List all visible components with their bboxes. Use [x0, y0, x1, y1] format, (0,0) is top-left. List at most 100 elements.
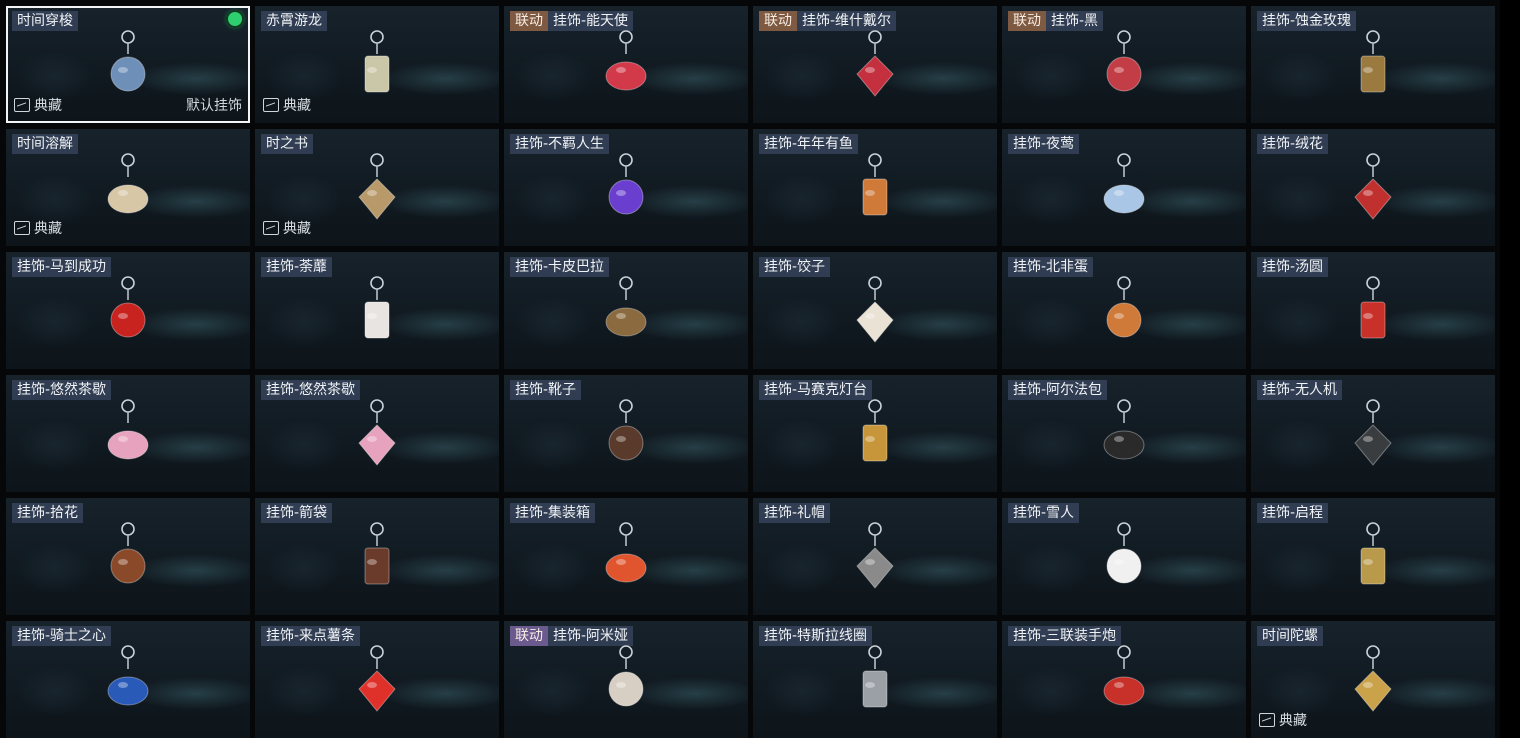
red-horse-charm-icon — [96, 274, 160, 354]
charm-name-tag: 挂饰-礼帽 — [759, 503, 831, 523]
charm-card[interactable]: 挂饰-阿尔法包 — [1002, 375, 1246, 492]
charm-card[interactable]: 挂饰-三联装手炮 — [1002, 621, 1246, 738]
charm-name: 挂饰-汤圆 — [1262, 259, 1324, 275]
charm-card[interactable]: 联动 挂饰-能天使 — [504, 6, 748, 123]
white-flower-charm-icon — [345, 274, 409, 354]
knight-heart-charm-icon — [96, 643, 160, 723]
charm-name: 挂饰-北非蛋 — [1013, 259, 1089, 275]
charm-name: 挂饰-拾花 — [17, 505, 79, 521]
charm-card[interactable]: 联动 挂饰-阿米娅 — [504, 621, 748, 738]
time-shuttle-charm-icon — [96, 28, 160, 108]
charm-card[interactable]: 挂饰-不羁人生 — [504, 129, 748, 246]
feather-charm-icon — [1092, 151, 1156, 231]
collection-label: 典藏 — [14, 95, 62, 115]
charm-name-tag: 挂饰-汤圆 — [1257, 257, 1329, 277]
charm-name: 挂饰-箭袋 — [266, 505, 328, 521]
charm-card[interactable]: 挂饰-无人机 — [1251, 375, 1495, 492]
charm-name-tag: 挂饰-集装箱 — [510, 503, 596, 523]
charm-card[interactable]: 赤霄游龙 典藏 — [255, 6, 499, 123]
cupcake-charm-icon — [96, 397, 160, 477]
triple-cannon-charm-icon — [1092, 643, 1156, 723]
charm-card[interactable]: 时间陀螺 典藏 — [1251, 621, 1495, 738]
charm-card[interactable]: 挂饰-马到成功 — [6, 252, 250, 369]
collection-text: 典藏 — [1279, 713, 1307, 729]
charm-card[interactable]: 挂饰-靴子 — [504, 375, 748, 492]
charm-card[interactable]: 时间溶解 典藏 — [6, 129, 250, 246]
charm-grid: 时间穿梭 典藏 默认挂饰 赤霄游龙 典藏 联动 挂饰-能天使 联动 挂饰-维什戴尔 联动 挂饰-黑挂… — [6, 6, 1500, 738]
collection-text: 典藏 — [283, 221, 311, 237]
alpha-bag-charm-icon — [1092, 397, 1156, 477]
charm-card[interactable]: 挂饰-启程 — [1251, 498, 1495, 615]
charm-card[interactable]: 挂饰-悠然茶歇 — [255, 375, 499, 492]
charm-card[interactable]: 联动 挂饰-维什戴尔 — [753, 6, 997, 123]
boot-charm-icon — [594, 397, 658, 477]
charm-name-tag: 挂饰-靴子 — [510, 380, 582, 400]
charm-card[interactable]: 挂饰-马赛克灯台 — [753, 375, 997, 492]
mosaic-lamp-charm-icon — [843, 397, 907, 477]
charm-name: 赤霄游龙 — [266, 13, 322, 29]
sneaker-charm-icon — [594, 151, 658, 231]
compass-medal-charm-icon — [1341, 520, 1405, 600]
fries-charm-icon — [345, 643, 409, 723]
charm-card[interactable]: 挂饰-夜莺 — [1002, 129, 1246, 246]
charm-name: 挂饰-饺子 — [764, 259, 826, 275]
charm-card[interactable]: 挂饰-绒花 — [1251, 129, 1495, 246]
charm-name-tag: 挂饰-荼蘼 — [261, 257, 333, 277]
charm-name: 挂饰-靴子 — [515, 382, 577, 398]
charm-card[interactable]: 挂饰-北非蛋 — [1002, 252, 1246, 369]
collab-badge: 联动 — [510, 626, 548, 646]
charm-card[interactable]: 挂饰-箭袋 — [255, 498, 499, 615]
charm-card[interactable]: 挂饰-集装箱 — [504, 498, 748, 615]
charm-card[interactable]: 挂饰-礼帽 — [753, 498, 997, 615]
charm-name-tag: 挂饰-箭袋 — [261, 503, 333, 523]
book-of-time-charm-icon — [345, 151, 409, 231]
wisadel-charm-icon — [843, 28, 907, 108]
charm-card[interactable]: 挂饰-骑士之心 — [6, 621, 250, 738]
collection-label: 典藏 — [263, 95, 311, 115]
charm-name-tag: 赤霄游龙 — [261, 11, 327, 31]
schwarz-charm-icon — [1092, 28, 1156, 108]
collab-badge: 联动 — [1008, 11, 1046, 31]
charm-card[interactable]: 时间穿梭典藏 默认挂饰 — [6, 6, 250, 123]
collection-icon — [263, 221, 279, 235]
collection-icon — [14, 98, 30, 112]
collection-label: 典藏 — [14, 218, 62, 238]
charm-name-tag: 挂饰-饺子 — [759, 257, 831, 277]
tangyuan-bowl-charm-icon — [1341, 274, 1405, 354]
charm-name: 时之书 — [266, 136, 308, 152]
drone-charm-icon — [1341, 397, 1405, 477]
charm-card[interactable]: 挂饰-蚀金玫瑰 — [1251, 6, 1495, 123]
charm-card[interactable]: 挂饰-来点薯条 — [255, 621, 499, 738]
charm-card[interactable]: 挂饰-拾花 — [6, 498, 250, 615]
collection-label: 典藏 — [263, 218, 311, 238]
charm-card[interactable]: 挂饰-饺子 — [753, 252, 997, 369]
charm-name-tag: 时间陀螺 — [1257, 626, 1323, 646]
charm-card[interactable]: 时之书典藏 — [255, 129, 499, 246]
default-charm-label: 默认挂饰 — [186, 98, 242, 114]
collection-text: 典藏 — [34, 98, 62, 114]
tesla-coil-charm-icon — [843, 643, 907, 723]
cupcake-charm-icon — [345, 397, 409, 477]
dumpling-plate-charm-icon — [843, 274, 907, 354]
charm-card[interactable]: 挂饰-年年有鱼 — [753, 129, 997, 246]
charm-card[interactable]: 挂饰-雪人 — [1002, 498, 1246, 615]
charm-name-tag: 挂饰-北非蛋 — [1008, 257, 1094, 277]
collab-badge: 联动 — [759, 11, 797, 31]
charm-name-tag: 挂饰-拾花 — [12, 503, 84, 523]
snowman-charm-icon — [1092, 520, 1156, 600]
collection-icon — [14, 221, 30, 235]
velvet-flower-charm-icon — [1341, 151, 1405, 231]
charm-name: 时间陀螺 — [1262, 628, 1318, 644]
charm-card[interactable]: 挂饰-特斯拉线圈 — [753, 621, 997, 738]
charm-name-tag: 挂饰-启程 — [1257, 503, 1329, 523]
charm-card[interactable]: 挂饰-悠然茶歇 — [6, 375, 250, 492]
charm-card[interactable]: 联动 挂饰-黑 — [1002, 6, 1246, 123]
top-hat-charm-icon — [843, 520, 907, 600]
capybara-charm-icon — [594, 274, 658, 354]
charm-name-tag: 挂饰-无人机 — [1257, 380, 1343, 400]
charm-card[interactable]: 挂饰-汤圆 — [1251, 252, 1495, 369]
charm-card[interactable]: 挂饰-卡皮巴拉 — [504, 252, 748, 369]
charm-name-tag: 时间穿梭 — [12, 11, 78, 31]
charm-card[interactable]: 挂饰-荼蘼 — [255, 252, 499, 369]
equipped-indicator-icon — [228, 12, 242, 26]
